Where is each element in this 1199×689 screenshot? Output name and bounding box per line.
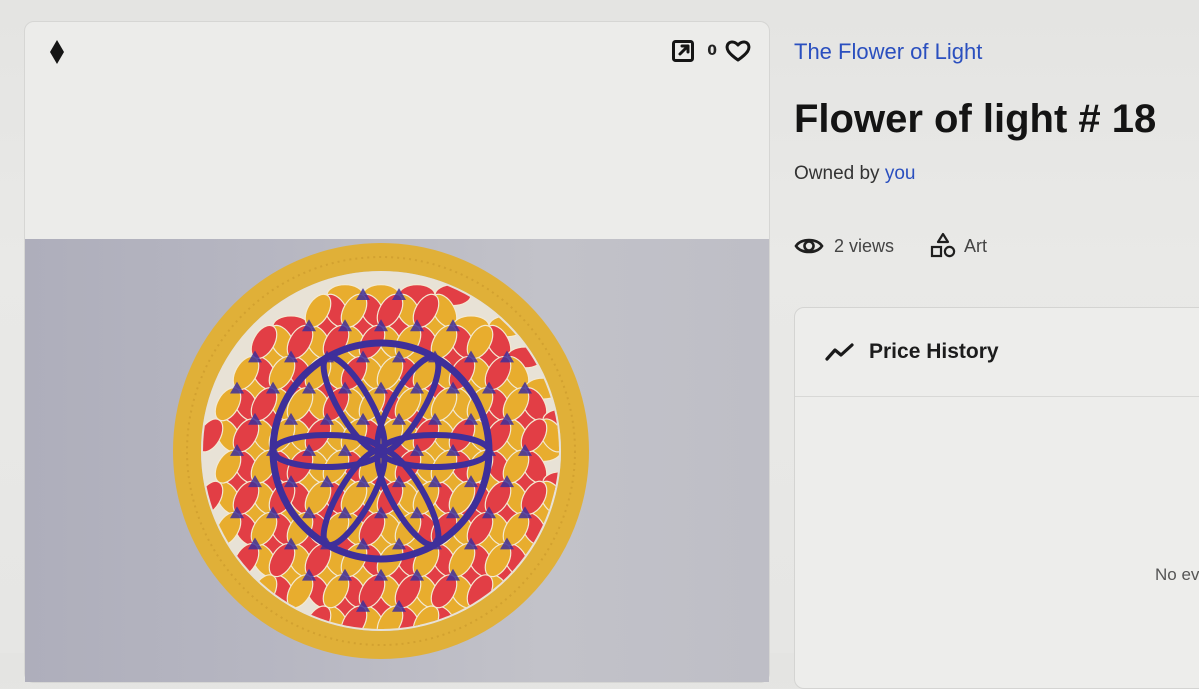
price-history-label: Price History [869, 340, 999, 363]
trending-chart-icon [825, 343, 854, 361]
views-count: 2 views [834, 235, 895, 256]
flower-of-life-artwork [173, 243, 589, 659]
collection-link[interactable]: The Flower of Light [794, 39, 982, 65]
item-title: Flower of light # 18 [794, 97, 1157, 141]
stats-row: 2 views Art [794, 232, 987, 260]
owned-by-label: Owned by [794, 163, 880, 184]
favorite-count: 0 [707, 43, 717, 59]
category-label: Art [964, 235, 988, 256]
views-stat: 2 views [794, 235, 894, 257]
no-events-text: No ev [1155, 565, 1199, 584]
ethereum-icon [50, 40, 64, 64]
open-external-icon[interactable] [671, 39, 695, 63]
eye-icon [794, 238, 824, 254]
item-media-card: 0 [24, 21, 770, 683]
card-actions: 0 [671, 39, 751, 63]
card-header: 0 [25, 22, 769, 80]
price-history-panel: Price History No ev [794, 307, 1199, 689]
price-history-header[interactable]: Price History [795, 308, 1199, 397]
category-stat[interactable]: Art [930, 232, 987, 260]
owner-link[interactable]: you [885, 163, 916, 184]
heart-icon[interactable] [725, 39, 751, 63]
owner-line: Owned by you [794, 163, 915, 185]
artwork-image[interactable] [25, 239, 769, 682]
shapes-icon [930, 232, 956, 258]
